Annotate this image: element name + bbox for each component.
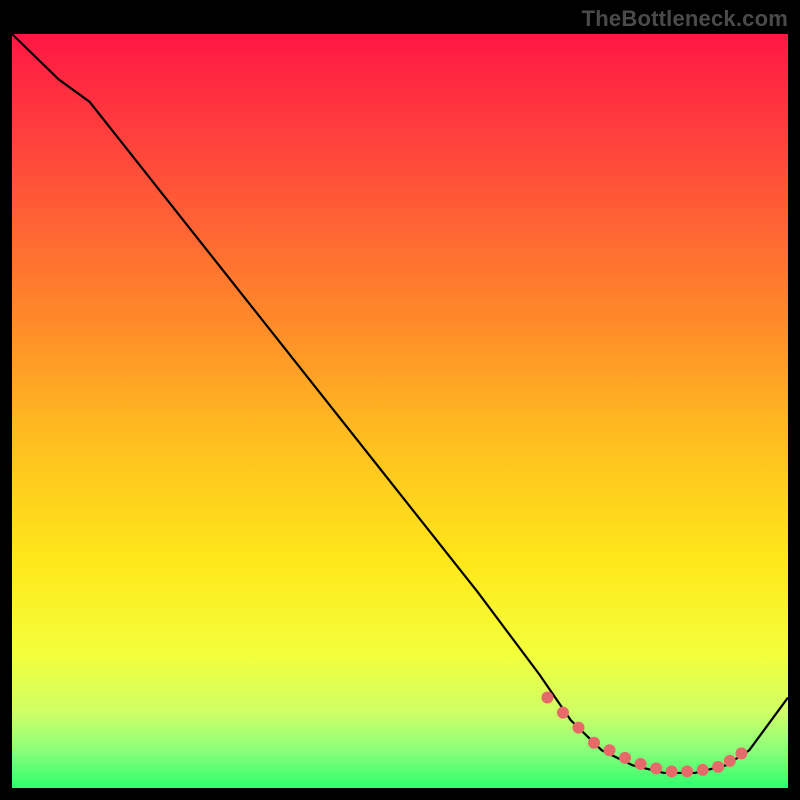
marker-dot — [588, 737, 600, 749]
marker-dot — [635, 758, 647, 770]
marker-dot — [697, 764, 709, 776]
marker-dot — [619, 752, 631, 764]
marker-dot — [541, 692, 553, 704]
gradient-background — [12, 34, 788, 788]
watermark-text: TheBottleneck.com — [582, 6, 788, 32]
chart-svg — [12, 34, 788, 788]
marker-dot — [557, 707, 569, 719]
marker-dot — [735, 747, 747, 759]
marker-dot — [724, 755, 736, 767]
chart-frame: TheBottleneck.com — [0, 0, 800, 800]
marker-dot — [666, 765, 678, 777]
marker-dot — [650, 762, 662, 774]
marker-dot — [604, 744, 616, 756]
marker-dot — [572, 722, 584, 734]
marker-dot — [681, 765, 693, 777]
chart-plot — [12, 34, 788, 788]
marker-dot — [712, 761, 724, 773]
